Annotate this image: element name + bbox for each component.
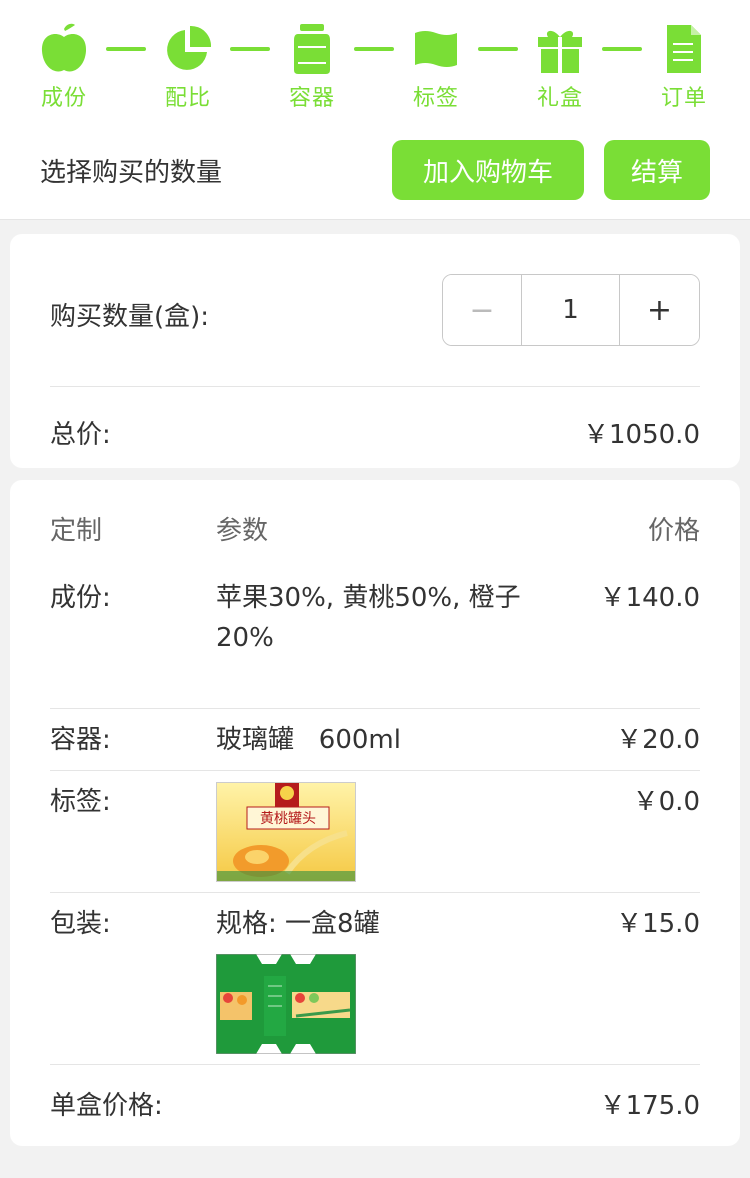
- step-label: 配比: [164, 86, 211, 111]
- row-param-packaging: 规格: 一盒8罐: [216, 909, 380, 939]
- divider: [50, 708, 700, 709]
- pie-chart-icon: [161, 22, 215, 76]
- total-price: ￥1050.0: [583, 420, 700, 450]
- total-label: 总价:: [50, 420, 111, 450]
- header-params: 参数: [216, 516, 269, 546]
- step-label: 成份: [40, 86, 87, 111]
- row-price-container: ￥20.0: [616, 725, 700, 755]
- divider: [50, 770, 700, 771]
- step-label: 容器: [288, 86, 335, 111]
- row-label-tag: 标签:: [50, 787, 111, 817]
- quantity-stepper[interactable]: − 1 +: [442, 274, 700, 346]
- header-custom: 定制: [50, 516, 103, 546]
- quantity-label: 购买数量(盒):: [50, 302, 210, 332]
- checkout-button[interactable]: 结算: [604, 140, 710, 200]
- quantity-hint: 选择购买的数量: [40, 158, 223, 188]
- unit-price-value: ￥175.0: [599, 1091, 700, 1121]
- step-order[interactable]: 订单: [629, 22, 739, 117]
- row-price-ingredients: ￥140.0: [599, 583, 700, 613]
- header-price: 价格: [647, 516, 700, 546]
- row-label-container: 容器:: [50, 725, 111, 755]
- gift-icon: [533, 22, 587, 76]
- divider: [50, 1064, 700, 1065]
- row-price-tag: ￥0.0: [632, 787, 700, 817]
- add-to-cart-button[interactable]: 加入购物车: [392, 140, 584, 200]
- progress-steps: 成份 配比 容器 标签 礼盒 订单: [0, 0, 750, 120]
- unit-price-label: 单盒价格:: [50, 1091, 163, 1121]
- divider: [50, 892, 700, 893]
- step-container[interactable]: 容器: [257, 22, 367, 117]
- row-price-packaging: ￥15.0: [616, 909, 700, 939]
- label-image: 黄桃罐头: [216, 782, 356, 882]
- increment-button[interactable]: +: [620, 275, 699, 345]
- document-icon: [657, 22, 711, 76]
- step-label: 礼盒: [536, 86, 583, 111]
- label-image-text: 黄桃罐头: [260, 810, 316, 827]
- packaging-image: [216, 954, 356, 1054]
- row-label-packaging: 包装:: [50, 909, 111, 939]
- top-bar: 成份 配比 容器 标签 礼盒 订单 选择购买的数量 加入购物车 结算: [0, 0, 750, 220]
- jar-icon: [285, 22, 339, 76]
- row-param-container: 玻璃罐 600ml: [216, 725, 401, 755]
- step-label: 标签: [412, 86, 459, 111]
- divider: [50, 386, 700, 387]
- step-ingredients[interactable]: 成份: [9, 22, 119, 117]
- flag-icon: [409, 22, 463, 76]
- detail-card: 定制 参数 价格 成份: 苹果30%, 黄桃50%, 橙子20% ￥140.0 …: [10, 480, 740, 1146]
- row-label-ingredients: 成份:: [50, 583, 111, 613]
- step-label: 订单: [660, 86, 707, 111]
- decrement-button[interactable]: −: [443, 275, 522, 345]
- step-ratio[interactable]: 配比: [133, 22, 243, 117]
- row-param-ingredients: 苹果30%, 黄桃50%, 橙子20%: [216, 583, 521, 653]
- quantity-card: 购买数量(盒): − 1 + 总价: ￥1050.0: [10, 234, 740, 468]
- step-gift-box[interactable]: 礼盒: [505, 22, 615, 117]
- quantity-input[interactable]: 1: [522, 275, 620, 345]
- apple-icon: [37, 22, 91, 76]
- step-label-tab[interactable]: 标签: [381, 22, 491, 117]
